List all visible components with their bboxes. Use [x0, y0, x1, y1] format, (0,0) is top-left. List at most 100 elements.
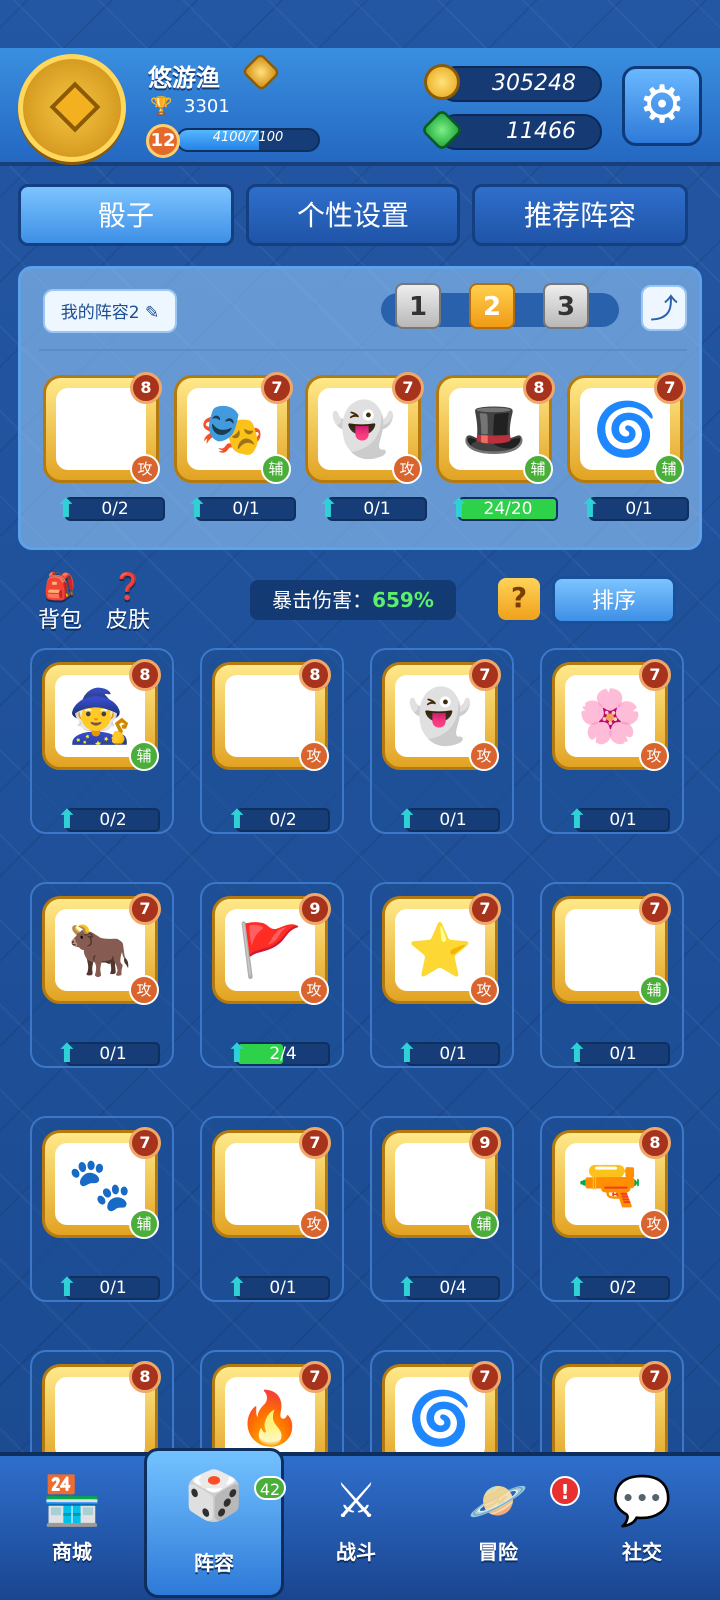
dice-role-badge: 辅	[261, 454, 291, 484]
upgrade-progress: ⬆ 0/1	[579, 495, 689, 523]
deck-page-3[interactable]: 3	[543, 283, 589, 329]
shooting-star-icon: ⭐	[395, 909, 485, 991]
share-icon[interactable]: ⤴	[641, 285, 687, 331]
dice-card[interactable]: 👁 9 辅	[382, 1127, 501, 1239]
upgrade-progress: ⬆ 2/4	[226, 1040, 330, 1068]
dice-role-badge: 辅	[129, 1209, 159, 1239]
dice-role-badge: 辅	[639, 975, 669, 1005]
dice-card[interactable]: 🐾 7 辅	[42, 1127, 161, 1239]
rank-gem-icon	[49, 81, 101, 133]
dice-card[interactable]: 🧙 8 辅	[42, 659, 161, 771]
upgrade-progress: ⬆ 0/1	[396, 806, 500, 834]
bottom-nav: 🏪 商城 🎲 阵容 ⚔ 战斗 🪐 冒险 💬 社交	[0, 1448, 720, 1600]
deck-page-2[interactable]: 2	[469, 283, 515, 329]
nav-label: 社交	[622, 1540, 662, 1564]
nav-label: 战斗	[336, 1540, 376, 1564]
dice-role-badge: 攻	[639, 1209, 669, 1239]
lightning-icon: ⚡	[56, 388, 146, 470]
upgrade-progress-text: 0/1	[99, 1044, 127, 1064]
nav-lineup[interactable]: 🎲 阵容	[144, 1448, 284, 1598]
upgrade-progress: ⬆ 0/1	[186, 495, 296, 523]
lucky-cat-icon: 🐱	[565, 909, 655, 991]
dice-role-badge: 攻	[392, 454, 422, 484]
dice-card[interactable]: 🎩 8 辅	[436, 372, 555, 484]
upgrade-progress: ⬆ 0/4	[396, 1274, 500, 1302]
dice-card[interactable]: ⭐ 7 攻	[382, 893, 501, 1005]
nav-label: 商城	[52, 1540, 92, 1564]
lineup-count-badge: 42	[254, 1476, 286, 1500]
dice-card[interactable]: ▦ 7 攻	[212, 1127, 331, 1239]
dice-level-badge: 9	[469, 1127, 501, 1159]
dice-card[interactable]: ⚡ 8 攻	[212, 659, 331, 771]
banner-icon: 🚩	[225, 909, 315, 991]
backpack-button[interactable]: 🎒 背包	[32, 572, 88, 634]
coin-add-icon[interactable]	[424, 64, 460, 100]
upgrade-progress: ⬆ 0/1	[566, 806, 670, 834]
help-icon[interactable]: ?	[498, 578, 540, 620]
dice-level-badge: 7	[469, 659, 501, 691]
nav-shop[interactable]: 🏪 商城	[2, 1466, 142, 1586]
gem-counter: 11466	[438, 114, 602, 150]
dice-card[interactable]: 🔫 8 攻	[552, 1127, 671, 1239]
rank-badge-icon	[241, 52, 281, 92]
shuriken-icon: ✴	[55, 1377, 145, 1459]
nav-label: 冒险	[478, 1540, 518, 1564]
dice-level-badge: 7	[261, 372, 293, 404]
dice-level-badge: 7	[654, 372, 686, 404]
mask-icon: 🎭	[187, 388, 277, 470]
upgrade-progress: ⬆ 0/1	[56, 1040, 160, 1068]
tab-recommended[interactable]: 推荐阵容	[472, 184, 688, 246]
player-name: 悠游渔	[148, 64, 220, 92]
dice-role-badge: 攻	[469, 975, 499, 1005]
dice-card[interactable]: 🌀 7 辅	[567, 372, 686, 484]
nav-social[interactable]: 💬 社交	[572, 1466, 712, 1586]
dice-card[interactable]: 🚩 9 攻	[212, 893, 331, 1005]
shop-icon: 🏪	[42, 1473, 102, 1529]
witch-hat-icon: 🧙	[55, 675, 145, 757]
upgrade-progress-text: 24/20	[483, 499, 533, 519]
dice-card[interactable]: 👻 7 攻	[382, 659, 501, 771]
upgrade-progress: ⬆ 0/1	[396, 1040, 500, 1068]
upgrade-progress: ⬆ 0/2	[56, 806, 160, 834]
dice-card[interactable]: 🌸 7 攻	[552, 659, 671, 771]
tab-personalize[interactable]: 个性设置	[246, 184, 460, 246]
dice-card[interactable]: 🐱 7 辅	[552, 893, 671, 1005]
upgrade-progress: ⬆ 24/20	[448, 495, 558, 523]
deck-page-1[interactable]: 1	[395, 283, 441, 329]
vortex-icon: 🌀	[580, 388, 670, 470]
dice-card[interactable]: 🎭 7 辅	[174, 372, 293, 484]
deck-name-button[interactable]: 我的阵容2 ✎	[43, 289, 177, 333]
grid-icon: ▦	[225, 1143, 315, 1225]
trophy-icon: 🏆	[150, 96, 173, 117]
dice-level-badge: 7	[469, 893, 501, 925]
bull-icon: 🐂	[55, 909, 145, 991]
dice-card[interactable]: 🐂 7 攻	[42, 893, 161, 1005]
dice-role-badge: 攻	[299, 975, 329, 1005]
paw-icon: 🐾	[55, 1143, 145, 1225]
upgrade-progress-text: 0/2	[99, 810, 127, 830]
upgrade-progress-text: 0/1	[99, 1278, 127, 1298]
settings-gear-icon[interactable]: ⚙	[622, 66, 702, 146]
dice-level-badge: 8	[523, 372, 555, 404]
dice-level-badge: 8	[129, 1361, 161, 1393]
upgrade-progress-text: 0/2	[609, 1278, 637, 1298]
nav-adventure[interactable]: 🪐 冒险	[428, 1466, 568, 1586]
nav-battle[interactable]: ⚔ 战斗	[286, 1466, 426, 1586]
dice-role-badge: 攻	[469, 741, 499, 771]
deck-panel: 我的阵容2 ✎ 1 2 3 ⤴ ⚡ 8 攻 ⬆ 0/2 🎭 7 辅 ⬆ 0/1 👻 7 攻 ⬆ 0/1 🎩 8 辅…	[18, 266, 702, 550]
dice-level-badge: 7	[639, 659, 671, 691]
avatar[interactable]	[18, 54, 126, 162]
trophy-count: 3301	[184, 96, 230, 117]
tab-dice[interactable]: 骰子	[18, 184, 234, 246]
dice-level-badge: 8	[299, 659, 331, 691]
skin-button[interactable]: ❓ 皮肤	[100, 572, 156, 634]
upgrade-progress: ⬆ 0/1	[56, 1274, 160, 1302]
dice-card[interactable]: 👻 7 攻	[305, 372, 424, 484]
dice-level-badge: 7	[639, 1361, 671, 1393]
sort-button[interactable]: 排序	[552, 576, 676, 624]
upgrade-progress-text: 0/1	[625, 499, 653, 519]
dice-level-badge: 7	[129, 893, 161, 925]
upgrade-progress: ⬆ 0/2	[226, 806, 330, 834]
dice-role-badge: 攻	[129, 975, 159, 1005]
dice-card[interactable]: ⚡ 8 攻	[43, 372, 162, 484]
